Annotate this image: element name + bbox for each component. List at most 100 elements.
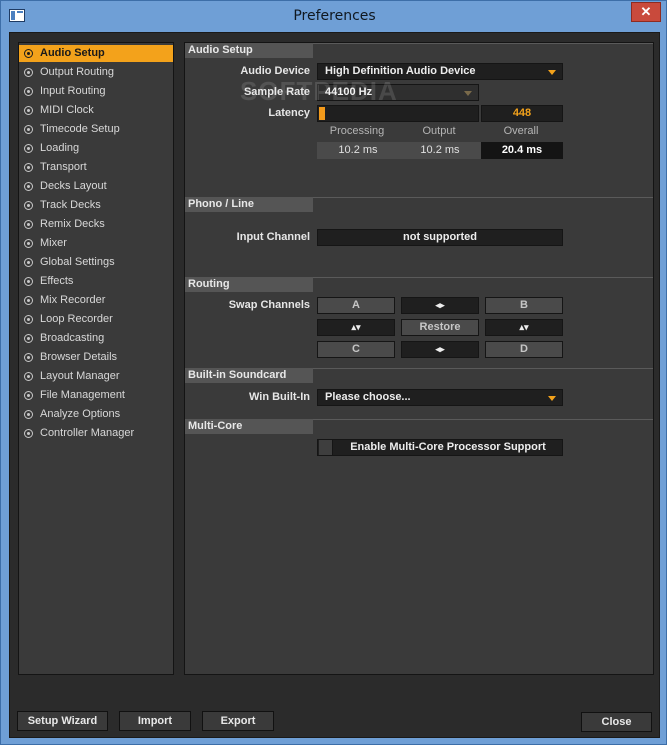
client-area: Audio Setup Output Routing Input Routing… (9, 32, 660, 738)
sidebar-item-label: Transport (40, 161, 87, 173)
input-channel-display: not supported (317, 229, 563, 246)
restore-button[interactable]: Restore (401, 319, 479, 336)
processing-column-header: Processing (329, 125, 385, 137)
chevron-down-icon (548, 70, 556, 75)
sidebar-item-loop-recorder[interactable]: Loop Recorder (19, 311, 173, 328)
main-panel: Audio Setup Audio Device High Definition… (184, 42, 654, 675)
swap-cd-button[interactable]: ◂▸ (401, 341, 479, 358)
setup-wizard-button[interactable]: Setup Wizard (17, 711, 108, 731)
radio-bullet-icon (24, 106, 33, 115)
sidebar-item-label: MIDI Clock (40, 104, 94, 116)
win-built-in-dropdown[interactable]: Please choose... (317, 389, 563, 406)
sidebar-item-global-settings[interactable]: Global Settings (19, 254, 173, 271)
enable-multi-core-toggle[interactable]: Enable Multi-Core Processor Support (317, 439, 563, 456)
section-header-routing: Routing (185, 277, 313, 292)
win-built-in-label: Win Built-In (249, 391, 310, 403)
sidebar-item-layout-manager[interactable]: Layout Manager (19, 368, 173, 385)
sidebar: Audio Setup Output Routing Input Routing… (18, 42, 174, 675)
chevron-down-icon (464, 91, 472, 96)
sidebar-item-audio-setup[interactable]: Audio Setup (19, 45, 173, 62)
sidebar-item-label: Decks Layout (40, 180, 107, 192)
win-built-in-value: Please choose... (325, 391, 411, 403)
radio-bullet-icon (24, 258, 33, 267)
sidebar-item-timecode-setup[interactable]: Timecode Setup (19, 121, 173, 138)
close-button[interactable]: Close (581, 712, 652, 732)
radio-bullet-icon (24, 334, 33, 343)
section-header-phono-line: Phono / Line (185, 197, 313, 212)
radio-bullet-icon (24, 410, 33, 419)
swap-horizontal-icon: ◂▸ (435, 300, 445, 310)
sidebar-item-mixer[interactable]: Mixer (19, 235, 173, 252)
sidebar-item-label: Mixer (40, 237, 67, 249)
watermark: SOFTPEDIA (240, 76, 398, 106)
sidebar-item-label: Output Routing (40, 66, 114, 78)
sidebar-item-mix-recorder[interactable]: Mix Recorder (19, 292, 173, 309)
latency-slider-fill (319, 107, 325, 120)
sidebar-item-label: Input Routing (40, 85, 106, 97)
sidebar-item-label: Loading (40, 142, 80, 154)
sidebar-item-loading[interactable]: Loading (19, 140, 173, 157)
export-button[interactable]: Export (202, 711, 274, 731)
radio-bullet-icon (24, 220, 33, 229)
sidebar-item-label: Track Decks (40, 199, 101, 211)
sidebar-item-remix-decks[interactable]: Remix Decks (19, 216, 173, 233)
swap-bd-button[interactable]: ▴▾ (485, 319, 563, 336)
sidebar-item-midi-clock[interactable]: MIDI Clock (19, 102, 173, 119)
overall-column-header: Overall (503, 125, 539, 137)
radio-bullet-icon (24, 125, 33, 134)
overall-latency-value: 20.4 ms (481, 142, 563, 159)
sidebar-item-file-management[interactable]: File Management (19, 387, 173, 404)
sidebar-item-label: Audio Setup (40, 47, 105, 59)
swap-ab-button[interactable]: ◂▸ (401, 297, 479, 314)
latency-slider[interactable] (317, 105, 479, 122)
section-divider (313, 368, 653, 369)
processing-latency-value: 10.2 ms (317, 142, 399, 159)
channel-c-button[interactable]: C (317, 341, 395, 358)
radio-bullet-icon (24, 353, 33, 362)
radio-bullet-icon (24, 239, 33, 248)
section-divider (313, 43, 653, 44)
channel-a-button[interactable]: A (317, 297, 395, 314)
sidebar-item-browser-details[interactable]: Browser Details (19, 349, 173, 366)
window-frame: Preferences ✕ Audio Setup Output Routing… (0, 0, 667, 745)
import-button[interactable]: Import (119, 711, 191, 731)
radio-bullet-icon (24, 201, 33, 210)
section-divider (313, 197, 653, 198)
sidebar-item-controller-manager[interactable]: Controller Manager (19, 425, 173, 442)
swap-channels-label: Swap Channels (228, 299, 310, 311)
output-latency-value: 10.2 ms (399, 142, 481, 159)
radio-bullet-icon (24, 144, 33, 153)
sidebar-item-label: Timecode Setup (40, 123, 120, 135)
sidebar-item-analyze-options[interactable]: Analyze Options (19, 406, 173, 423)
sidebar-item-transport[interactable]: Transport (19, 159, 173, 176)
sidebar-item-label: Global Settings (40, 256, 115, 268)
sidebar-item-label: File Management (40, 389, 125, 401)
sidebar-item-effects[interactable]: Effects (19, 273, 173, 290)
sidebar-item-decks-layout[interactable]: Decks Layout (19, 178, 173, 195)
swap-vertical-icon: ▴▾ (351, 322, 361, 332)
radio-bullet-icon (24, 315, 33, 324)
channel-d-button[interactable]: D (485, 341, 563, 358)
radio-bullet-icon (24, 68, 33, 77)
sidebar-item-track-decks[interactable]: Track Decks (19, 197, 173, 214)
sidebar-item-label: Broadcasting (40, 332, 105, 344)
sidebar-item-label: Layout Manager (40, 370, 120, 382)
latency-value: 448 (481, 105, 563, 122)
channel-b-button[interactable]: B (485, 297, 563, 314)
sidebar-item-input-routing[interactable]: Input Routing (19, 83, 173, 100)
window-title: Preferences (293, 8, 376, 24)
radio-bullet-icon (24, 372, 33, 381)
swap-ac-button[interactable]: ▴▾ (317, 319, 395, 336)
swap-vertical-icon: ▴▾ (519, 322, 529, 332)
title-bar[interactable]: Preferences ✕ (1, 1, 667, 32)
enable-multi-core-label: Enable Multi-Core Processor Support (350, 441, 546, 453)
output-column-header: Output (422, 125, 456, 137)
latency-label: Latency (268, 107, 310, 119)
window-close-button[interactable]: ✕ (631, 2, 661, 22)
section-divider (313, 419, 653, 420)
section-header-multi-core: Multi-Core (185, 419, 313, 434)
section-divider (313, 277, 653, 278)
swap-horizontal-icon: ◂▸ (435, 344, 445, 354)
sidebar-item-broadcasting[interactable]: Broadcasting (19, 330, 173, 347)
sidebar-item-output-routing[interactable]: Output Routing (19, 64, 173, 81)
